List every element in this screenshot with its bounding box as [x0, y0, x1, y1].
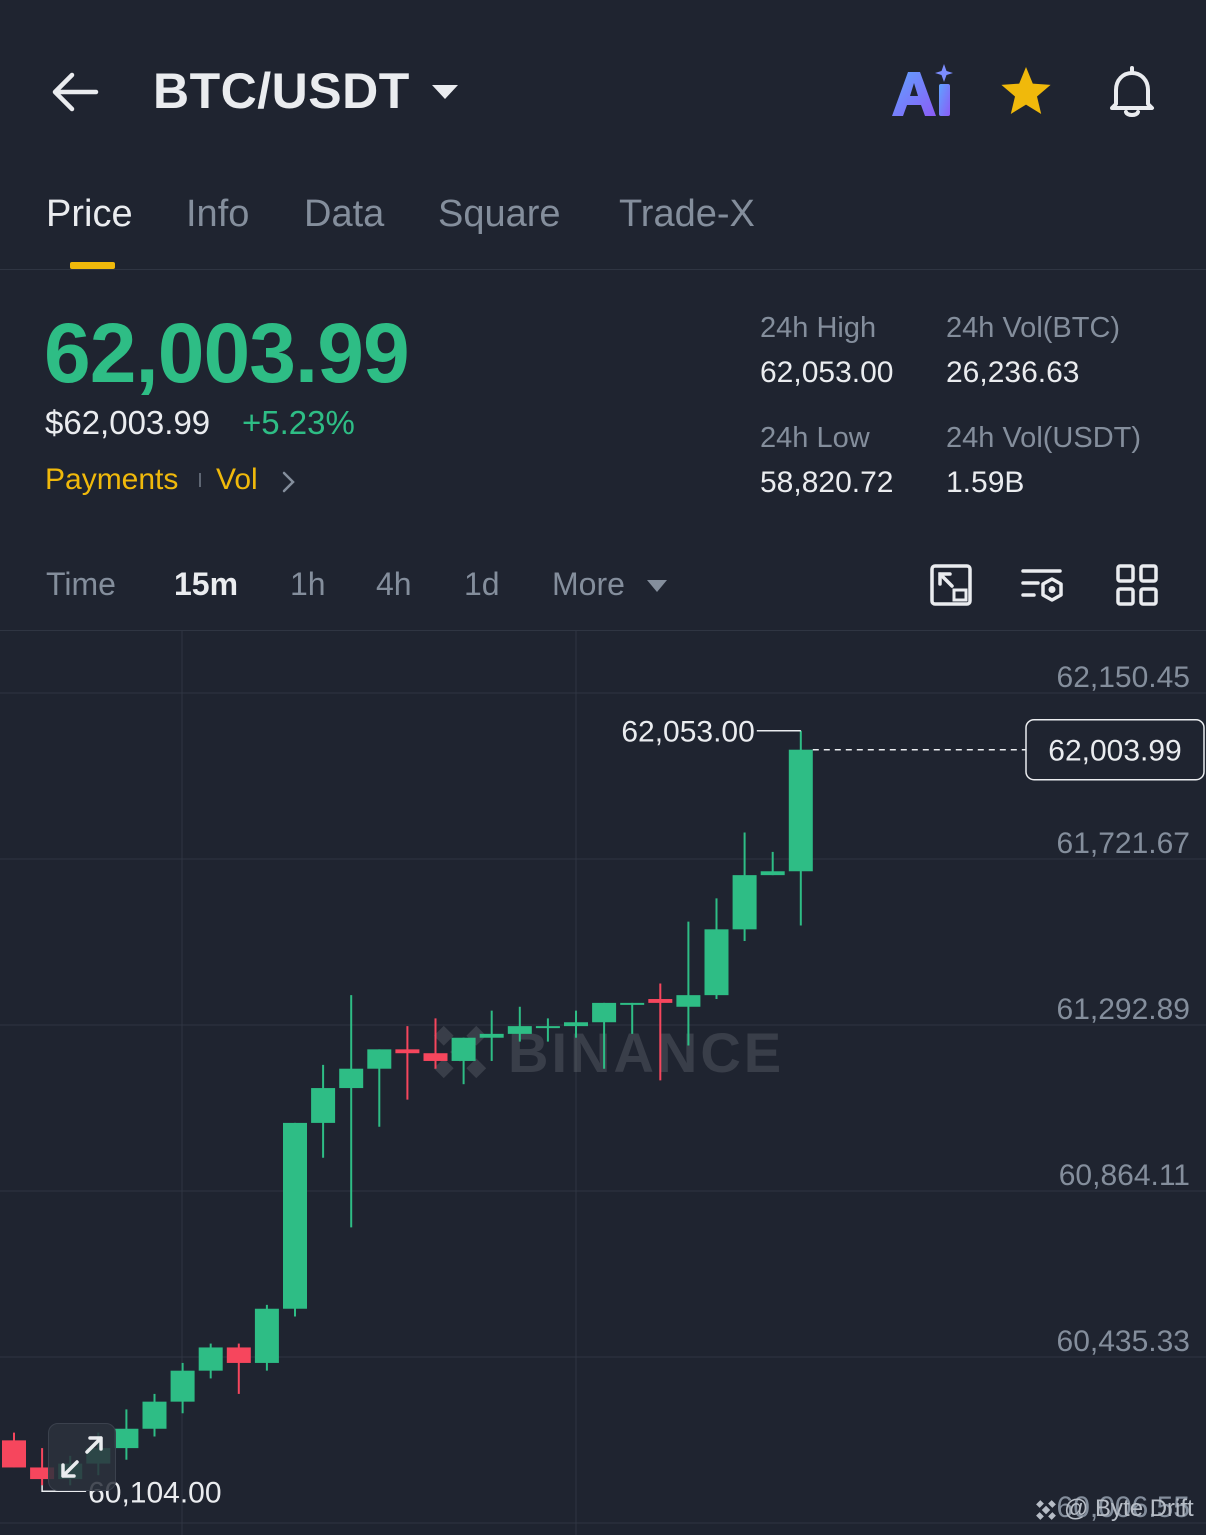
candle	[788, 730, 813, 926]
last-price: 62,003.99	[44, 306, 410, 400]
candle-body	[704, 929, 729, 996]
chart-annotations: 62,003.9962,053.0060,104.00	[41, 716, 1205, 1509]
tab-trade-x[interactable]: Trade-X	[619, 193, 755, 236]
candle	[451, 1037, 476, 1085]
candle-body	[283, 1122, 307, 1309]
bell-icon[interactable]	[1104, 64, 1160, 120]
tab-square[interactable]: Square	[438, 193, 561, 236]
candle-body	[226, 1347, 251, 1363]
low-24h-value: 58,820.72	[760, 466, 894, 499]
binance-logo-icon	[1036, 1500, 1056, 1520]
candle	[170, 1362, 195, 1414]
watermark-text: BINANCE	[508, 1021, 784, 1084]
candle	[283, 1122, 307, 1317]
candle	[142, 1393, 167, 1437]
candle	[311, 1064, 336, 1158]
candle	[479, 1010, 504, 1061]
vol-link[interactable]: Vol	[216, 463, 258, 497]
layout-grid-icon[interactable]	[1114, 562, 1160, 608]
candle-body	[311, 1088, 336, 1123]
candle-body	[676, 995, 701, 1007]
candle-body	[451, 1037, 476, 1061]
candle	[760, 851, 785, 876]
candle-body	[592, 1002, 617, 1023]
candle-body	[114, 1428, 139, 1449]
interval-time[interactable]: Time	[46, 566, 116, 603]
candle-body	[170, 1370, 195, 1402]
y-axis-labels: 62,150.45 61,721.67 61,292.89 60,864.11 60,4…	[1057, 661, 1190, 1524]
vol-usdt-24h-label: 24h Vol(USDT)	[946, 422, 1142, 454]
candle	[339, 995, 364, 1228]
interval-1d[interactable]: 1d	[464, 566, 500, 603]
candle-body	[732, 875, 757, 930]
y-tick-label: 62,150.45	[1057, 661, 1190, 694]
candle-body	[479, 1033, 504, 1038]
interval-15m[interactable]: 15m	[174, 566, 238, 603]
candle	[2, 1432, 26, 1468]
candle-body	[648, 999, 673, 1003]
high-24h-value: 62,053.00	[760, 356, 894, 389]
candle-body	[395, 1049, 420, 1054]
tab-price[interactable]: Price	[46, 193, 133, 236]
y-tick-label: 60,864.11	[1059, 1159, 1190, 1192]
vol-usdt-24h-value: 1.59B	[946, 466, 1025, 499]
candle-body	[760, 871, 785, 876]
candle-body	[564, 1022, 588, 1027]
candle-body	[142, 1401, 167, 1429]
candles	[2, 730, 813, 1486]
y-tick-label: 61,292.89	[1057, 993, 1190, 1026]
candle	[226, 1343, 251, 1394]
last-price-tag: 62,003.99	[1048, 735, 1181, 768]
back-arrow-icon[interactable]	[50, 70, 100, 114]
candle-body	[254, 1308, 279, 1363]
price-change-percent: +5.23%	[242, 404, 355, 441]
max-price-label: 62,053.00	[621, 716, 754, 749]
y-tick-label: 61,721.67	[1057, 827, 1190, 860]
link-separator	[199, 473, 201, 487]
chart-fullscreen-icon[interactable]	[928, 562, 974, 608]
candle-body	[620, 1002, 645, 1005]
vol-btc-24h-value: 26,236.63	[946, 356, 1080, 389]
indicator-settings-icon[interactable]	[1020, 562, 1066, 608]
interval-1h[interactable]: 1h	[290, 566, 326, 603]
candle	[198, 1343, 223, 1379]
candle	[732, 832, 757, 941]
chevron-right-icon[interactable]	[280, 470, 296, 494]
pair-title[interactable]: BTC/USDT	[153, 62, 410, 120]
candle-body	[2, 1440, 26, 1468]
footer-credit: @ Byte Drift	[1064, 1495, 1194, 1522]
candle-body	[507, 1026, 532, 1034]
expand-arrows-icon	[61, 1436, 103, 1478]
y-tick-label: 60,435.33	[1057, 1325, 1190, 1358]
caret-down-icon[interactable]	[646, 578, 668, 594]
candle-body	[339, 1068, 364, 1089]
candle	[114, 1409, 139, 1460]
expand-chart-button[interactable]	[48, 1423, 116, 1491]
star-icon[interactable]	[998, 64, 1054, 120]
candle	[704, 898, 729, 1000]
tab-divider	[0, 269, 1206, 270]
interval-more[interactable]: More	[552, 566, 625, 603]
candlestick-chart[interactable]: BINANCE 62,003.9962,053.0060,104.00 62,1…	[0, 631, 1206, 1535]
caret-down-icon[interactable]	[430, 82, 460, 102]
candle-body	[788, 749, 813, 872]
candle-body	[423, 1053, 448, 1061]
ai-assistant-icon[interactable]	[888, 62, 958, 120]
vol-btc-24h-label: 24h Vol(BTC)	[946, 312, 1121, 344]
candle-body	[535, 1026, 560, 1029]
usd-price: $62,003.99	[45, 404, 211, 441]
candle	[367, 1049, 392, 1127]
active-tab-indicator	[70, 262, 115, 269]
candle-body	[367, 1049, 392, 1069]
tab-info[interactable]: Info	[186, 193, 249, 236]
interval-4h[interactable]: 4h	[376, 566, 412, 603]
tab-data[interactable]: Data	[304, 193, 384, 236]
high-24h-label: 24h High	[760, 312, 877, 344]
low-24h-label: 24h Low	[760, 422, 870, 454]
candle-body	[198, 1347, 223, 1371]
candle	[395, 1026, 420, 1100]
payments-link[interactable]: Payments	[45, 463, 178, 497]
candle	[254, 1304, 279, 1371]
